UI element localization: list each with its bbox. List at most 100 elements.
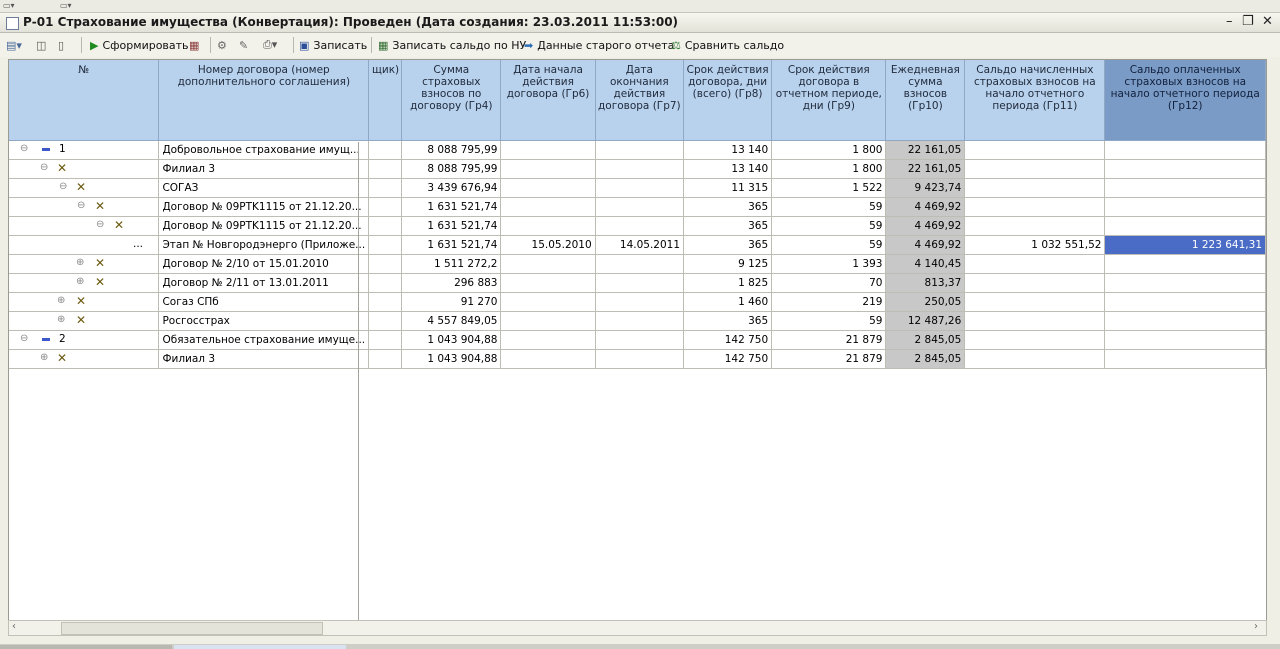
- cell-contract[interactable]: Договор № 09PTK1115 от 21.12.20...: [158, 197, 370, 217]
- expand-icon[interactable]: ⊕: [40, 352, 48, 363]
- cell-g12[interactable]: [1104, 330, 1266, 350]
- layout-icon[interactable]: ◫: [36, 37, 50, 53]
- scroll-right-icon[interactable]: ›: [1254, 621, 1258, 632]
- cell-g11[interactable]: [964, 349, 1106, 369]
- table-row[interactable]: ⊖ 2 Обязательное страхование имуще... 1 043…: [9, 330, 1266, 350]
- form-button[interactable]: ▶ Сформировать: [90, 37, 189, 53]
- cell-g7[interactable]: [595, 140, 685, 160]
- cell-g7[interactable]: [595, 292, 685, 312]
- cell-g12[interactable]: [1104, 159, 1266, 179]
- cell-g11[interactable]: [964, 178, 1106, 198]
- cell-g6[interactable]: [500, 273, 596, 293]
- table-row[interactable]: ⊕ ✕ Договор № 2/11 от 13.01.2011 296 883 1 8…: [9, 273, 1266, 293]
- cell-g9[interactable]: 21 879: [771, 349, 887, 369]
- cell-insurer[interactable]: [368, 216, 403, 236]
- cell-g4[interactable]: 1 631 521,74: [401, 235, 502, 255]
- cell-g4[interactable]: 1 631 521,74: [401, 197, 502, 217]
- cell-g7[interactable]: [595, 197, 685, 217]
- cell-g12[interactable]: [1104, 292, 1266, 312]
- table-row[interactable]: ... Этап № Новгородэнерго (Приложе... 1 63…: [9, 235, 1266, 255]
- cell-g10[interactable]: 2 845,05: [885, 330, 966, 350]
- cell-insurer[interactable]: [368, 197, 403, 217]
- cell-g11[interactable]: 1 032 551,52: [964, 235, 1106, 255]
- table-row[interactable]: ⊖ 1 Добровольное страхование имущ... 8 088 …: [9, 140, 1266, 160]
- table-row[interactable]: ⊕ ✕ Филиал 31 043 904,88 142 750 21 879 2 845…: [9, 349, 1266, 369]
- table-row[interactable]: ⊕ ✕ Росгосстрах 4 557 849,05 365 59 12 487,26: [9, 311, 1266, 331]
- cell-g8[interactable]: 142 750: [683, 330, 773, 350]
- cell-g12[interactable]: [1104, 273, 1266, 293]
- cell-g6[interactable]: 15.05.2010: [500, 235, 596, 255]
- cell-g11[interactable]: [964, 216, 1106, 236]
- cell-g9[interactable]: 21 879: [771, 330, 887, 350]
- cell-g6[interactable]: [500, 197, 596, 217]
- cell-g12[interactable]: [1104, 216, 1266, 236]
- cell-contract[interactable]: СОГАЗ: [158, 178, 370, 198]
- cell-g4[interactable]: 91 270: [401, 292, 502, 312]
- minimize-icon[interactable]: –: [1226, 14, 1233, 29]
- window-tab-active[interactable]: [174, 645, 346, 649]
- cell-g4[interactable]: 3 439 676,94: [401, 178, 502, 198]
- cell-g11[interactable]: [964, 330, 1106, 350]
- cell-g11[interactable]: [964, 254, 1106, 274]
- cell-insurer[interactable]: [368, 178, 403, 198]
- collapse-icon[interactable]: ⊖: [77, 200, 85, 211]
- window-tab[interactable]: [0, 645, 172, 649]
- collapse-icon[interactable]: ⊖: [20, 333, 28, 344]
- cell-g11[interactable]: [964, 292, 1106, 312]
- cell-g4[interactable]: 1 043 904,88: [401, 349, 502, 369]
- compare-balance-button[interactable]: ⚖ Сравнить сальдо: [671, 37, 784, 53]
- cell-g10[interactable]: 250,05: [885, 292, 966, 312]
- cell-g10[interactable]: 12 487,26: [885, 311, 966, 331]
- cell-g9[interactable]: 1 393: [771, 254, 887, 274]
- cell-g7[interactable]: [595, 349, 685, 369]
- cell-g4[interactable]: 1 511 272,2: [401, 254, 502, 274]
- col-header-g8[interactable]: Срок действия договора, дни (всего) (Гр8…: [683, 60, 773, 141]
- cell-g7[interactable]: [595, 178, 685, 198]
- cell-contract[interactable]: Договор № 2/11 от 13.01.2011: [158, 273, 370, 293]
- cell-tree[interactable]: ⊖ ✕: [9, 197, 160, 217]
- cell-insurer[interactable]: [368, 254, 403, 274]
- cell-g8[interactable]: 142 750: [683, 349, 773, 369]
- cell-g7[interactable]: 14.05.2011: [595, 235, 685, 255]
- cell-g7[interactable]: [595, 159, 685, 179]
- cell-g6[interactable]: [500, 159, 596, 179]
- col-header-g9[interactable]: Срок действия договора в отчетном период…: [771, 60, 887, 141]
- cell-contract[interactable]: Договор № 09PTK1115 от 21.12.20...: [158, 216, 370, 236]
- expand-icon[interactable]: ⊕: [76, 257, 84, 268]
- clipboard-icon[interactable]: ▯: [58, 37, 68, 53]
- scrollbar-thumb[interactable]: [61, 622, 323, 635]
- cell-g8[interactable]: 365: [683, 216, 773, 236]
- edit-icon[interactable]: ✎: [239, 37, 252, 53]
- cell-contract[interactable]: Обязательное страхование имуще...: [158, 330, 370, 350]
- col-header-g11[interactable]: Сальдо начисленных страховых взносов на …: [964, 60, 1106, 141]
- cell-g11[interactable]: [964, 311, 1106, 331]
- cell-g10[interactable]: 4 469,92: [885, 216, 966, 236]
- tools-icon[interactable]: ▭▾: [60, 1, 72, 10]
- cell-g8[interactable]: 1 460: [683, 292, 773, 312]
- save-button[interactable]: ▣ Записать: [299, 37, 367, 53]
- menu-icon[interactable]: ▭▾: [3, 1, 15, 10]
- cell-tree[interactable]: ⊕ ✕: [9, 311, 160, 331]
- cell-g9[interactable]: 70: [771, 273, 887, 293]
- cell-g9[interactable]: 219: [771, 292, 887, 312]
- expand-icon[interactable]: ⊕: [57, 314, 65, 325]
- cell-tree[interactable]: ⊖ ✕: [9, 216, 160, 236]
- cell-g4[interactable]: 1 631 521,74: [401, 216, 502, 236]
- settings-icon[interactable]: ⚙: [217, 37, 231, 53]
- scroll-left-icon[interactable]: ‹: [12, 621, 16, 632]
- cell-g4[interactable]: 8 088 795,99: [401, 159, 502, 179]
- cell-insurer[interactable]: [368, 292, 403, 312]
- cell-insurer[interactable]: [368, 159, 403, 179]
- cell-g6[interactable]: [500, 254, 596, 274]
- cell-insurer[interactable]: [368, 235, 403, 255]
- cell-g4[interactable]: 4 557 849,05: [401, 311, 502, 331]
- cell-g4[interactable]: 296 883: [401, 273, 502, 293]
- cell-g6[interactable]: [500, 311, 596, 331]
- cell-g10[interactable]: 22 161,05: [885, 159, 966, 179]
- cell-g12[interactable]: [1104, 311, 1266, 331]
- cell-g9[interactable]: 59: [771, 216, 887, 236]
- cell-g8[interactable]: 365: [683, 235, 773, 255]
- cell-g12[interactable]: [1104, 140, 1266, 160]
- cell-tree[interactable]: ⊕ ✕: [9, 254, 160, 274]
- cell-tree[interactable]: ⊕ ✕: [9, 292, 160, 312]
